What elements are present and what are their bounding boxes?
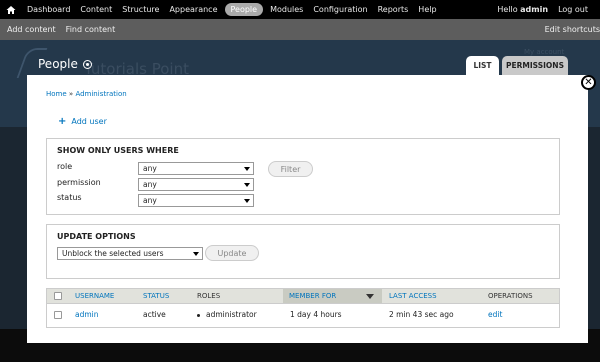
header-operations: OPERATIONS [488,292,533,300]
breadcrumb: Home » Administration [46,90,127,98]
update-options-fieldset: UPDATE OPTIONS Unblock the selected user… [46,224,560,279]
add-user-label: Add user [71,117,107,126]
chevron-down-icon [244,167,250,171]
filter-button[interactable]: Filter [268,161,313,177]
shortcut-find-content[interactable]: Find content [59,25,119,34]
breadcrumb-administration[interactable]: Administration [75,90,126,98]
tab-permissions[interactable]: PERMISSIONS [502,56,568,75]
status-select-value: any [143,196,157,205]
table-row: admin active administrator 1 day 4 hours… [46,304,560,328]
role-label: role [57,162,73,171]
page-title-text: People [38,57,78,71]
toolbar-item-appearance[interactable]: Appearance [164,3,222,16]
header-roles: ROLES [197,292,221,300]
filter-fieldset: SHOW ONLY USERS WHERE role any permissio… [46,138,560,215]
row-roles: administrator [197,304,257,326]
header-username[interactable]: USERNAME [75,289,114,303]
toolbar-item-configuration[interactable]: Configuration [308,3,372,16]
tab-list[interactable]: LIST [466,56,499,75]
row-edit-link[interactable]: edit [488,304,502,326]
row-status: active [143,310,166,319]
header-member-for-cell[interactable]: MEMBER FOR [283,289,382,303]
role-select[interactable]: any [138,162,254,175]
chevron-down-icon [244,183,250,187]
row-member-for: 1 day 4 hours [290,310,342,319]
close-icon[interactable]: ✕ [581,75,596,90]
breadcrumb-home[interactable]: Home [46,90,67,98]
header-last-access[interactable]: LAST ACCESS [389,289,437,303]
toolbar-item-content[interactable]: Content [75,3,117,16]
shortcuts-bar: Add content Find content Edit shortcuts [0,19,600,40]
chevron-down-icon [244,199,250,203]
toolbar-item-modules[interactable]: Modules [265,3,308,16]
chevron-down-icon [193,252,199,256]
permission-select-value: any [143,180,157,189]
role-select-value: any [143,164,157,173]
toolbar-item-structure[interactable]: Structure [117,3,164,16]
header-status[interactable]: STATUS [143,289,169,303]
toolbar-item-help[interactable]: Help [413,3,441,16]
hello-text: Hello admin [497,5,558,14]
filter-legend: SHOW ONLY USERS WHERE [57,146,179,155]
shortcut-add-content[interactable]: Add content [0,25,59,34]
users-table: USERNAME STATUS ROLES MEMBER FOR LAST AC… [46,288,560,328]
username-link[interactable]: admin [520,5,548,14]
update-options-legend: UPDATE OPTIONS [57,232,136,241]
toolbar-item-reports[interactable]: Reports [373,3,414,16]
background-account-link: My account [524,48,565,56]
table-header: USERNAME STATUS ROLES MEMBER FOR LAST AC… [46,288,560,304]
status-select[interactable]: any [138,194,254,207]
row-username[interactable]: admin [75,304,99,326]
status-label: status [57,193,82,202]
permission-label: permission [57,178,101,187]
sort-descending-icon [366,294,374,299]
add-shortcut-icon[interactable] [82,59,92,69]
add-user-link[interactable]: + Add user [58,116,107,127]
edit-shortcuts-link[interactable]: Edit shortcuts [545,25,600,34]
row-checkbox[interactable] [54,311,62,319]
update-button[interactable]: Update [205,245,259,261]
row-last-access: 2 min 43 sec ago [389,310,454,319]
plus-icon: + [58,116,67,127]
overlay-title: People [38,57,92,71]
select-all-checkbox[interactable] [54,292,62,300]
header-member-for[interactable]: MEMBER FOR [289,289,336,303]
logout-link[interactable]: Log out [558,5,600,14]
hello-prefix: Hello [497,5,521,14]
admin-toolbar: Dashboard Content Structure Appearance P… [0,0,600,19]
breadcrumb-separator: » [68,90,74,98]
toolbar-item-people[interactable]: People [224,3,264,16]
permission-select[interactable]: any [138,178,254,191]
row-role-value: administrator [206,310,257,319]
bullet-icon [197,313,200,317]
toolbar-item-dashboard[interactable]: Dashboard [22,3,75,16]
overlay-panel: Home » Administration + Add user SHOW ON… [27,75,588,343]
home-icon[interactable] [0,0,22,19]
update-action-select[interactable]: Unblock the selected users [57,247,203,260]
update-action-value: Unblock the selected users [62,249,164,258]
toolbar-user-area: Hello admin Log out [497,5,600,14]
